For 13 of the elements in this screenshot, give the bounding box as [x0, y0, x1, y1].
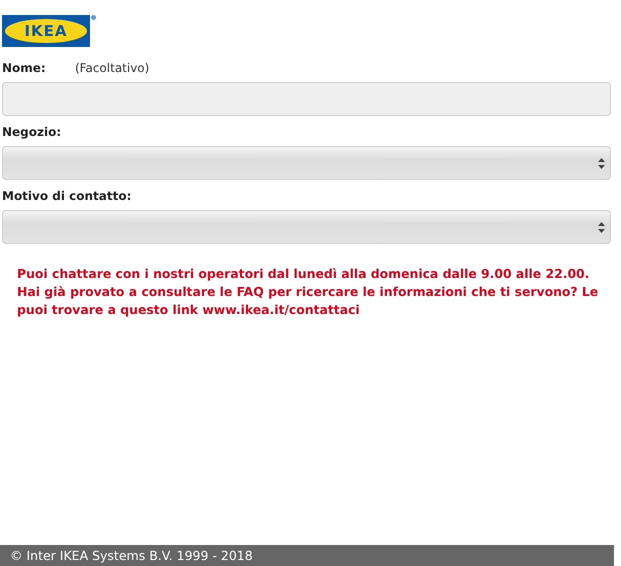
field-label: Nome:: [2, 61, 47, 75]
logo-text: IKEA: [5, 19, 87, 43]
copyright-text: © Inter IKEA Systems B.V. 1999 - 2018: [10, 548, 253, 563]
dropdown-field[interactable]: [2, 146, 611, 180]
dropdown-field[interactable]: [2, 210, 611, 244]
optional-hint: (Facoltativo): [75, 61, 150, 75]
field-label: Negozio:: [2, 125, 62, 139]
input-field[interactable]: [2, 82, 611, 116]
registered-mark-icon: [91, 15, 96, 20]
notice-text: Puoi chattare con i nostri operatori dal lunedì alla domenica dalle 9.00 alle 22.00. Hai già provato a consultare le FAQ per ricercare le informazioni che ti servono? Le puoi trovare a questo link www.ikea.it/contattaci: [17, 265, 600, 319]
field-label: Motivo di contatto:: [2, 189, 132, 203]
up-down-arrows-icon: [598, 222, 605, 232]
up-down-arrows-icon: [598, 158, 605, 168]
